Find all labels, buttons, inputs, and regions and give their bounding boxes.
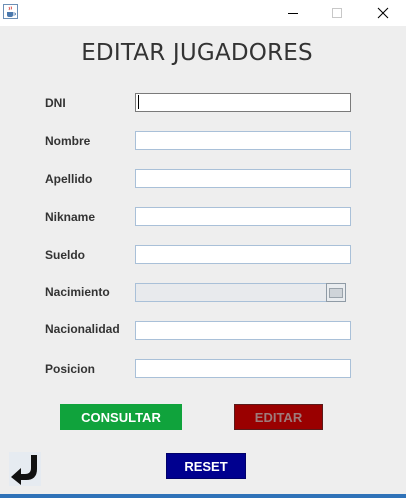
java-coffee-cup-icon [3, 4, 18, 19]
minimize-icon [288, 13, 298, 14]
label-nikname: Nikname [45, 210, 96, 224]
label-nombre: Nombre [45, 134, 91, 148]
reset-button[interactable]: RESET [166, 453, 246, 479]
editar-button[interactable]: EDITAR [234, 404, 323, 430]
label-nacimiento: Nacimiento [45, 285, 110, 299]
window-titlebar [0, 0, 406, 26]
nacionalidad-field[interactable] [135, 321, 351, 340]
sueldo-field[interactable] [135, 245, 351, 264]
maximize-button[interactable] [314, 0, 360, 26]
close-button[interactable] [360, 0, 406, 26]
label-nacionalidad: Nacionalidad [45, 322, 120, 336]
label-dni: DNI [45, 96, 66, 110]
nikname-field[interactable] [135, 207, 351, 226]
close-icon [377, 7, 389, 19]
form-title: EDITAR JUGADORES [81, 40, 313, 66]
window-bottom-border [0, 494, 406, 498]
label-sueldo: Sueldo [45, 248, 86, 262]
date-picker-button[interactable] [326, 283, 346, 302]
text-caret [138, 95, 139, 109]
calendar-icon [329, 287, 343, 298]
dni-field[interactable] [135, 93, 351, 112]
posicion-field[interactable] [135, 359, 351, 378]
nacimiento-date-field[interactable] [135, 283, 329, 302]
label-posicion: Posicion [45, 362, 96, 376]
maximize-icon [332, 8, 342, 18]
back-arrow-icon[interactable] [9, 452, 41, 486]
apellido-field[interactable] [135, 169, 351, 188]
consultar-button[interactable]: CONSULTAR [60, 404, 182, 430]
minimize-button[interactable] [270, 0, 316, 26]
nombre-field[interactable] [135, 131, 351, 150]
label-apellido: Apellido [45, 172, 93, 186]
